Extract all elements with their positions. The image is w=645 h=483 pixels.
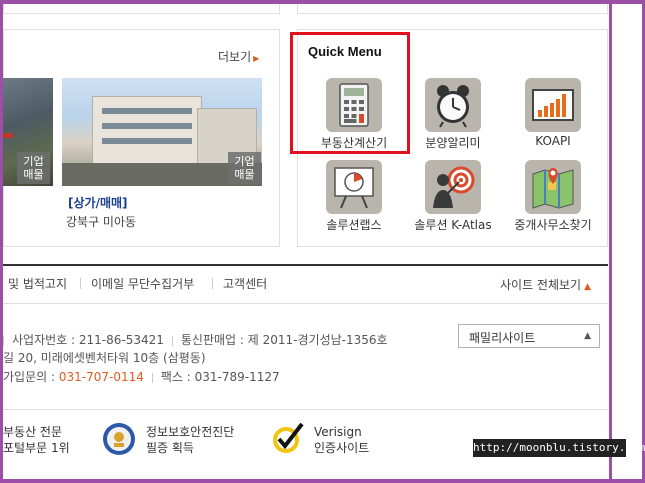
more-link-label[interactable]: 더보기: [218, 50, 251, 64]
info-divider: [171, 335, 173, 346]
quick-menu-item-k-atlas[interactable]: 솔루션 K-Atlas: [408, 160, 498, 232]
footer-link-legal[interactable]: 및 법적고지: [8, 275, 67, 292]
sitemap-label[interactable]: 사이트 전체보기: [500, 278, 581, 292]
bar-chart-icon: [525, 78, 581, 132]
right-margin: [612, 4, 642, 479]
more-link[interactable]: 더보기 ▶: [218, 48, 259, 65]
cert-line-1: 정보보호안전진단: [146, 425, 235, 439]
triangle-up-icon: ▲: [584, 331, 591, 341]
badge-line-1: 기업: [23, 155, 44, 168]
quick-menu-label: 분양알리미: [425, 136, 481, 150]
presentation-board-icon: [326, 160, 382, 214]
quick-menu-label: 솔루션 K-Atlas: [414, 218, 492, 232]
cert-line-2: 인증사이트: [314, 441, 370, 455]
cert-portal-first: 부동산 전문 포털부문 1위: [3, 424, 70, 456]
corporate-listing-badge: 기업 매물: [17, 152, 50, 184]
listing-title[interactable]: [상가/매매]: [68, 194, 128, 211]
quick-menu-item-solution-labs[interactable]: 솔루션랩스: [309, 160, 399, 232]
cert-line-2: 포털부문 1위: [3, 441, 70, 455]
quick-menu-label: 중개사무소찾기: [514, 218, 592, 232]
sign-decoration: [3, 133, 13, 138]
company-address: 길 20, 미래에셋벤처타워 10층 (삼평동): [3, 351, 206, 365]
verisign-check-icon: [270, 420, 306, 459]
window-row: [102, 138, 192, 144]
quick-menu-item-broker-search[interactable]: 중개사무소찾기: [508, 160, 598, 232]
sitemap-link[interactable]: 사이트 전체보기 ▲: [500, 276, 591, 293]
arrow-right-icon: ▶: [253, 54, 260, 63]
window-row: [102, 108, 192, 114]
map-icon: [525, 160, 581, 214]
listing-location[interactable]: 강북구 미아동: [66, 213, 136, 230]
info-divider: [3, 335, 4, 346]
fax-number: 팩스 : 031-789-1127: [160, 370, 280, 384]
security-seal-icon: [102, 422, 136, 459]
family-site-select[interactable]: 패밀리사이트 ▲: [458, 324, 600, 348]
top-panel-left: [3, 4, 280, 14]
cert-line-1: 부동산 전문: [3, 425, 63, 439]
blog-watermark: http://moonblu.tistory.com: [473, 439, 645, 457]
cert-security-check: 정보보호안전진단 필증 획득: [146, 424, 234, 456]
company-info-line-1: 사업자번호 : 211-86-53421 통신판매업 : 제 2011-경기성남-…: [3, 331, 388, 348]
company-info-line-3: 가입문의 : 031-707-0114 팩스 : 031-789-1127: [3, 368, 280, 385]
footer-link-email-policy[interactable]: 이메일 무단수집거부: [91, 275, 194, 292]
triangle-up-icon: ▲: [584, 282, 592, 292]
info-divider: [151, 372, 153, 383]
footer-divider: [3, 409, 608, 410]
cert-verisign: Verisign 인증사이트: [314, 424, 369, 456]
badge-line-2: 매물: [23, 168, 44, 181]
window-frame-bottom: [0, 479, 645, 483]
family-site-label: 패밀리사이트: [469, 331, 536, 345]
cert-line-2: 필증 획득: [146, 441, 194, 455]
business-number: 사업자번호 : 211-86-53421: [12, 333, 164, 347]
corporate-listing-badge: 기업 매물: [228, 152, 261, 184]
top-panel-right: [297, 4, 608, 14]
badge-line-1: 기업: [234, 155, 255, 168]
footer-divider: [212, 278, 213, 289]
quick-menu-label: 솔루션랩스: [326, 218, 382, 232]
alarm-clock-icon: [425, 78, 481, 132]
badge-line-2: 매물: [234, 168, 255, 181]
quick-menu-label: KOAPI: [535, 134, 571, 148]
cert-line-1: Verisign: [314, 425, 362, 439]
footer-divider: [80, 278, 81, 289]
footer-link-customer-center[interactable]: 고객센터: [223, 275, 267, 292]
quick-menu-item-koapi[interactable]: KOAPI: [508, 78, 598, 148]
window-row: [102, 123, 192, 129]
quick-menu-item-alarm[interactable]: 분양알리미: [408, 78, 498, 150]
mail-order-number: 통신판매업 : 제 2011-경기성남-1356호: [180, 333, 388, 347]
signup-phone: 031-707-0114: [58, 370, 144, 384]
signup-inquiry-label: 가입문의 :: [3, 370, 59, 384]
target-person-icon: [425, 160, 481, 214]
quick-menu-highlight-box: [290, 32, 410, 154]
